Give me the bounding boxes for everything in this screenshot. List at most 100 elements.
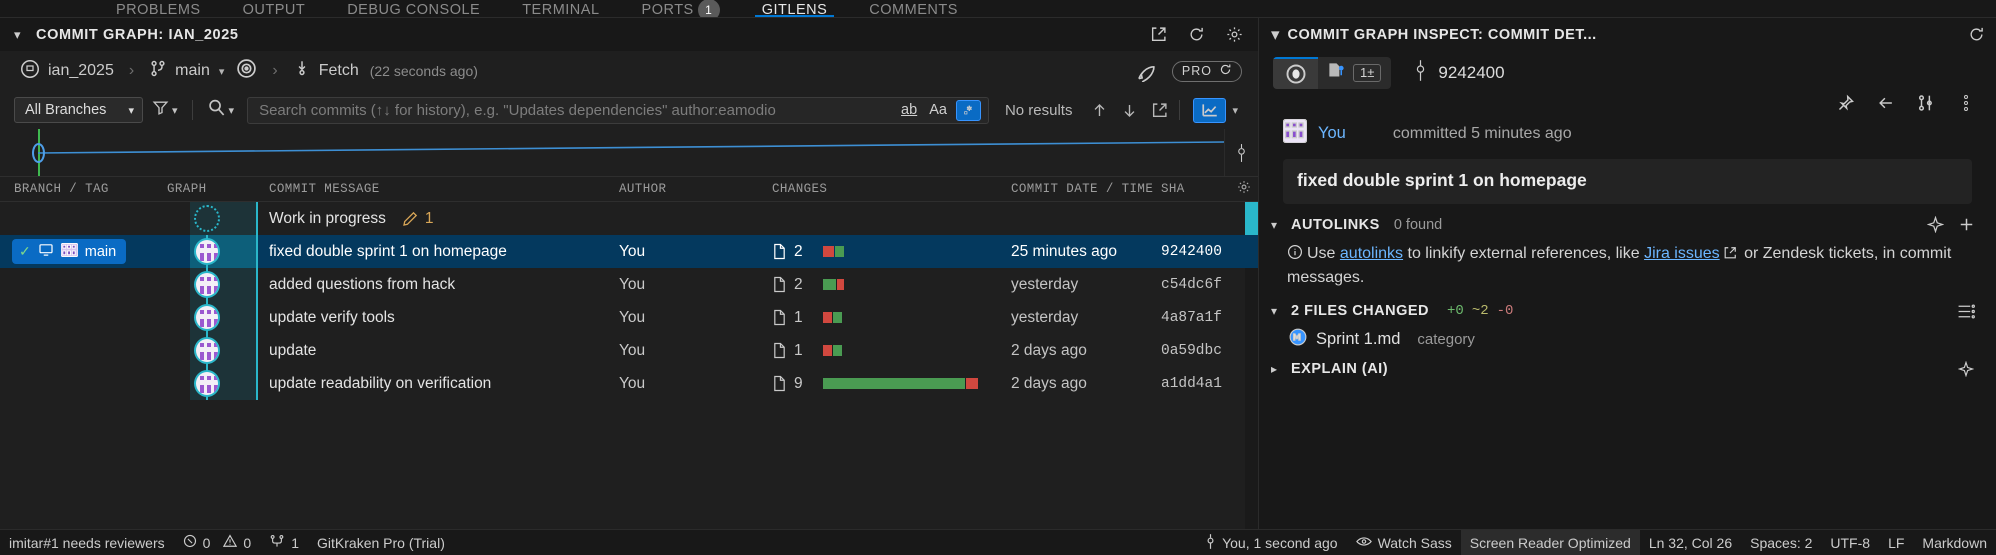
status-gitkraken[interactable]: GitKraken Pro (Trial) xyxy=(308,530,454,555)
commit-sha: 0a59dbc xyxy=(1161,342,1222,359)
column-header-changes[interactable]: CHANGES xyxy=(772,182,827,196)
pro-badge[interactable]: PRO xyxy=(1171,60,1242,82)
chevron-down-icon[interactable]: ▾ xyxy=(1271,25,1280,45)
status-watch-sass[interactable]: Watch Sass xyxy=(1347,530,1461,555)
toggle-minimap-button[interactable] xyxy=(1193,97,1227,123)
refresh-icon[interactable] xyxy=(1186,25,1206,45)
list-layout-icon[interactable] xyxy=(1956,301,1976,321)
autolinks-section-header[interactable]: ▾ AUTOLINKS 0 found xyxy=(1259,204,1996,235)
commit-minimap[interactable] xyxy=(0,129,1258,176)
filter-funnel-icon xyxy=(152,99,169,121)
column-settings-gear-icon[interactable] xyxy=(1237,180,1251,198)
search-mode-button[interactable]: ▾ xyxy=(198,97,244,123)
column-header-branch[interactable]: BRANCH / TAG xyxy=(14,182,109,196)
status-indentation[interactable]: Spaces: 2 xyxy=(1741,530,1821,555)
settings-gear-icon[interactable] xyxy=(1224,25,1244,45)
table-row[interactable]: ✓ main fixed double sprint 1 on homepage… xyxy=(0,235,1258,268)
status-language-mode[interactable]: Markdown xyxy=(1913,530,1996,555)
fetch-button[interactable]: Fetch (22 seconds ago) xyxy=(287,56,484,86)
chevron-down-icon: ▾ xyxy=(1271,217,1278,232)
info-icon xyxy=(1287,244,1303,268)
target-icon-button[interactable] xyxy=(230,55,263,87)
table-row[interactable]: update verify tools You 1 yesterday 4a87… xyxy=(0,301,1258,334)
status-branch-review[interactable]: imitar#1 needs reviewers xyxy=(0,530,174,555)
table-row[interactable]: added questions from hack You 2 yesterda… xyxy=(0,268,1258,301)
table-row[interactable]: update readability on verification You 9… xyxy=(0,367,1258,400)
filter-button[interactable]: ▾ xyxy=(143,97,187,123)
sparkle-icon[interactable] xyxy=(1925,215,1945,235)
commit-author: You xyxy=(619,275,646,293)
column-header-sha[interactable]: SHA xyxy=(1161,182,1185,196)
status-cursor-position[interactable]: Ln 32, Col 26 xyxy=(1640,530,1741,555)
bar-added xyxy=(966,378,978,389)
tab-commit-details[interactable] xyxy=(1273,57,1318,89)
status-blame[interactable]: You, 1 second ago xyxy=(1196,530,1346,555)
commit-changes-count: 2 xyxy=(794,275,803,293)
tab-output[interactable]: OUTPUT xyxy=(222,0,327,17)
search-input-wrapper[interactable]: Search commits (↑↓ for history), e.g. "U… xyxy=(247,96,989,124)
check-icon: ✓ xyxy=(19,243,31,259)
bar-deleted xyxy=(823,279,836,290)
search-previous-button[interactable] xyxy=(1084,97,1114,123)
minimap-canvas[interactable] xyxy=(0,129,1224,176)
use-regex-toggle[interactable] xyxy=(955,99,981,121)
tab-debug-console[interactable]: DEBUG CONSOLE xyxy=(326,0,501,17)
chevron-down-icon[interactable]: ▾ xyxy=(1226,104,1244,117)
explain-section-header[interactable]: ▸ EXPLAIN (AI) xyxy=(1259,351,1996,379)
status-screen-reader[interactable]: Screen Reader Optimized xyxy=(1460,529,1640,555)
commit-rows[interactable]: Work in progress 1 ✓ main fixed double s… xyxy=(0,202,1258,529)
column-header-author[interactable]: AUTHOR xyxy=(619,182,666,196)
open-search-in-editor-icon[interactable] xyxy=(1144,97,1174,123)
commit-sha-row[interactable]: 9242400 xyxy=(1413,60,1505,86)
column-header-date[interactable]: COMMIT DATE / TIME xyxy=(1011,182,1153,196)
tab-file-changes[interactable]: 1± xyxy=(1318,57,1391,89)
rocket-icon[interactable] xyxy=(1136,61,1156,82)
open-in-editor-icon[interactable] xyxy=(1148,25,1168,45)
table-row[interactable]: Work in progress 1 xyxy=(0,202,1258,235)
branch-chip-main[interactable]: ✓ main xyxy=(12,239,127,264)
commit-inspect-pane: ▾ COMMIT GRAPH INSPECT: COMMIT DET... 1±… xyxy=(1258,18,1996,529)
tab-terminal[interactable]: TERMINAL xyxy=(501,0,620,17)
tab-gitlens[interactable]: GITLENS xyxy=(741,0,849,17)
files-changed-section-header[interactable]: ▾ 2 FILES CHANGED +0 ~2 -0 xyxy=(1259,290,1996,321)
more-actions-icon[interactable] xyxy=(1956,93,1976,113)
commit-author: You xyxy=(619,308,646,326)
search-next-button[interactable] xyxy=(1114,97,1144,123)
pin-icon[interactable] xyxy=(1836,93,1856,113)
table-row[interactable]: update You 1 2 days ago 0a59dbc xyxy=(0,334,1258,367)
refresh-icon[interactable] xyxy=(1966,25,1986,45)
committer-name[interactable]: You xyxy=(1318,124,1346,143)
fetch-icon xyxy=(293,59,311,83)
match-case-toggle[interactable]: Aa xyxy=(923,102,953,118)
tab-comments[interactable]: COMMENTS xyxy=(848,0,979,17)
tab-problems[interactable]: PROBLEMS xyxy=(95,0,222,17)
back-arrow-icon[interactable] xyxy=(1876,93,1896,113)
file-changes-count: 1± xyxy=(1353,64,1382,82)
status-eol[interactable]: LF xyxy=(1879,530,1913,555)
jira-issues-link[interactable]: Jira issues xyxy=(1644,245,1720,262)
chevron-down-icon[interactable]: ▾ xyxy=(14,27,28,43)
status-problems[interactable]: 0 0 xyxy=(174,530,261,555)
autolinks-link[interactable]: autolinks xyxy=(1340,245,1403,262)
column-header-message[interactable]: COMMIT MESSAGE xyxy=(269,182,380,196)
search-input[interactable]: Search commits (↑↓ for history), e.g. "U… xyxy=(259,102,895,119)
branch-filter-dropdown[interactable]: All Branches ▾ xyxy=(14,97,143,123)
tab-ports[interactable]: PORTS 1 xyxy=(621,0,741,17)
ai-sparkle-icon[interactable] xyxy=(1956,359,1976,379)
repository-selector[interactable]: ian_2025 xyxy=(14,56,120,87)
column-header-graph[interactable]: GRAPH xyxy=(167,182,207,196)
status-ports[interactable]: 1 xyxy=(260,530,308,555)
error-count: 0 xyxy=(202,534,211,551)
compare-branch-icon[interactable] xyxy=(1916,93,1936,113)
panel-tab-strip: PROBLEMS OUTPUT DEBUG CONSOLE TERMINAL P… xyxy=(0,0,1996,18)
match-whole-word-toggle[interactable]: ab xyxy=(895,102,923,118)
file-changed-row[interactable]: Sprint 1.md category xyxy=(1259,321,1996,351)
branch-selector[interactable]: main ▾ xyxy=(143,56,230,86)
file-category: category xyxy=(1417,331,1475,349)
status-encoding[interactable]: UTF-8 xyxy=(1821,530,1879,555)
search-navigation: ▾ xyxy=(1084,97,1244,123)
commit-message-box[interactable]: fixed double sprint 1 on homepage xyxy=(1283,159,1972,204)
add-autolink-icon[interactable] xyxy=(1956,215,1976,235)
warning-count: 0 xyxy=(243,534,252,551)
graph-edge xyxy=(256,202,258,235)
